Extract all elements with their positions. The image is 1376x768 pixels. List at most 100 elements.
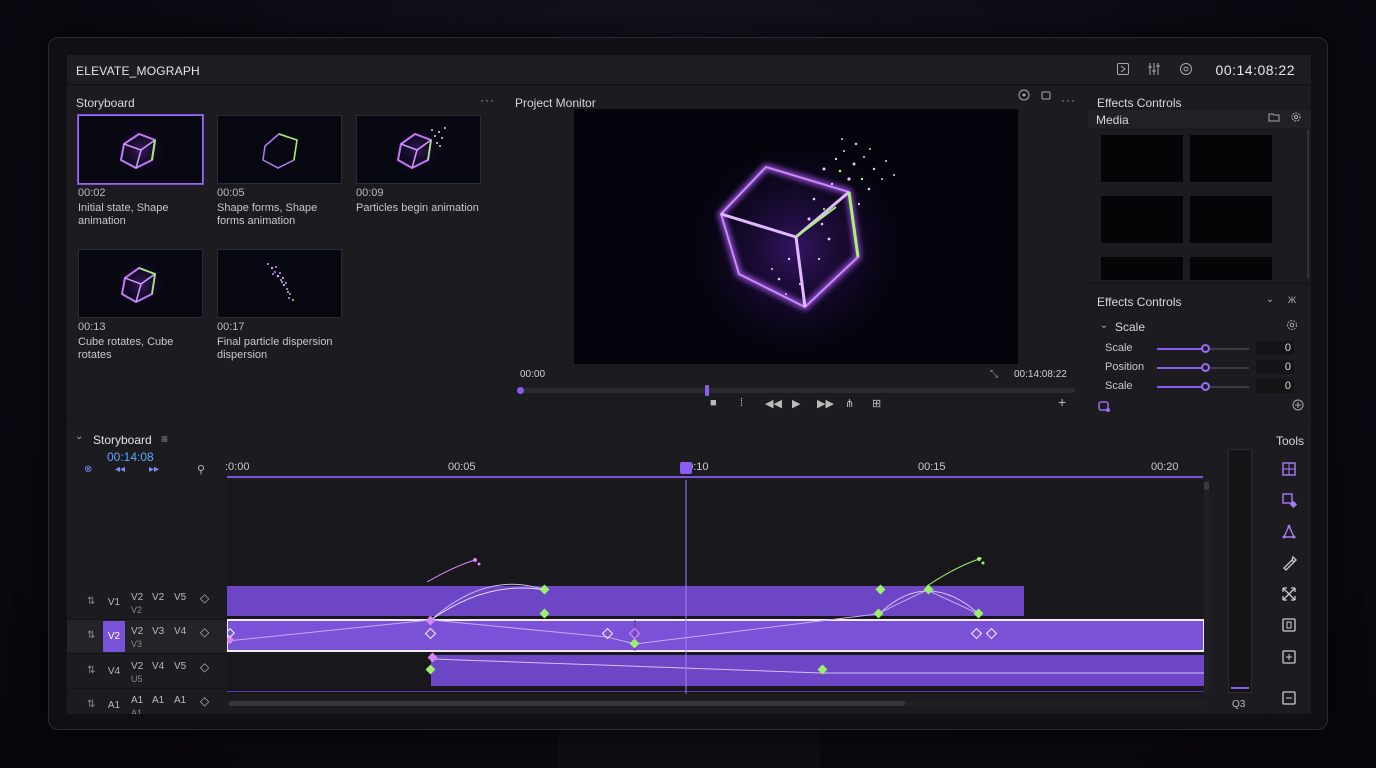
track-sub-label: U5 xyxy=(131,674,143,684)
playhead-marker[interactable] xyxy=(705,385,709,396)
effect-param-slider[interactable] xyxy=(1157,363,1249,372)
keyframe-toggle-icon[interactable]: ◇ xyxy=(200,660,209,674)
storyboard-card[interactable]: 00:05 Shape forms, Shape forms animation xyxy=(217,115,342,228)
media-item[interactable] xyxy=(1101,196,1183,243)
storyboard-card-desc: Final particle dispersion dispersion xyxy=(217,336,333,361)
track-id[interactable]: V2 xyxy=(103,621,125,652)
audio-meter-panel: Q3 xyxy=(1218,424,1264,714)
snap-icon[interactable]: ⊗ xyxy=(84,464,92,475)
media-scrollbar[interactable] xyxy=(1307,129,1309,279)
step-forward-button[interactable]: ▶▶ xyxy=(817,397,834,410)
keyframe-toggle-icon[interactable] xyxy=(1096,399,1112,415)
effects-title: Effects Controls xyxy=(1097,96,1182,110)
media-item[interactable] xyxy=(1101,257,1183,280)
slider-knob[interactable] xyxy=(1200,382,1210,391)
media-item[interactable] xyxy=(1190,135,1272,182)
project-monitor-panel: Project Monitor ··· 00:00 ⤡ 00:14:08:22 … xyxy=(506,86,1085,421)
media-item[interactable] xyxy=(1190,196,1272,243)
next-edit-icon[interactable]: ▸▸ xyxy=(149,464,159,475)
monitor-scrubber[interactable] xyxy=(517,385,1075,396)
storyboard-card[interactable]: 00:13 Cube rotates, Cube rotates xyxy=(78,249,203,362)
track-sub-label: A1 xyxy=(174,695,187,706)
monitor-tc-end: 00:14:08:22 xyxy=(1014,369,1067,380)
slider-knob[interactable] xyxy=(1200,363,1210,372)
extract-icon[interactable]: ⊞ xyxy=(872,397,881,410)
storyboard-card[interactable]: 00:02 Initial state, Shape animation xyxy=(78,115,203,228)
monitor-menu-icon[interactable]: ··· xyxy=(1061,93,1076,107)
mark-out-icon[interactable]: ⤡ xyxy=(990,369,998,380)
camera-icon[interactable] xyxy=(1038,89,1054,105)
media-header: Media xyxy=(1088,110,1311,128)
node-tool-icon[interactable] xyxy=(1279,524,1299,544)
effect-settings-icon[interactable] xyxy=(1284,318,1300,334)
keyframe-toggle-icon[interactable]: ◇ xyxy=(200,591,209,605)
track-header[interactable]: ⇅ V2 V2 V3 V4 V3 ◇ xyxy=(67,620,227,654)
global-timecode: 00:14:08:22 xyxy=(1215,62,1295,78)
mark-in-button[interactable]: ⁞ xyxy=(740,397,743,409)
scale-tool-icon[interactable] xyxy=(1279,586,1299,606)
keyframe-toggle-icon[interactable]: ◇ xyxy=(200,694,209,708)
effects-controls-title: Effects Controls xyxy=(1097,295,1182,309)
folder-icon[interactable] xyxy=(1266,111,1282,127)
storyboard-thumbnail[interactable] xyxy=(217,249,342,318)
prev-edit-icon[interactable]: ◂◂ xyxy=(115,464,125,475)
play-button[interactable]: ▶ xyxy=(792,397,800,410)
timeline-menu-icon[interactable]: ≡ xyxy=(161,432,168,446)
timeline-panel: ⌄ Storyboard ≡ 00:14:08 ⊗ ◂◂ ▸▸ ⚲ :0:00 0… xyxy=(67,424,1215,714)
add-layer-tool-icon[interactable] xyxy=(1279,649,1299,669)
export-icon[interactable] xyxy=(1115,62,1131,78)
effect-param-slider[interactable] xyxy=(1157,344,1249,353)
timeline-canvas[interactable] xyxy=(227,480,1207,694)
stop-button[interactable]: ■ xyxy=(710,397,717,409)
slider-knob[interactable] xyxy=(1200,344,1210,353)
lift-icon[interactable]: ⋔ xyxy=(845,397,854,410)
storyboard-thumbnail[interactable] xyxy=(78,249,203,318)
keyframe-toggle-icon[interactable]: ◇ xyxy=(200,625,209,639)
effect-param-slider[interactable] xyxy=(1157,382,1249,391)
transform-tool-icon[interactable] xyxy=(1279,461,1299,481)
wrench-icon[interactable]: ⚲ xyxy=(197,463,205,476)
track-id[interactable]: V1 xyxy=(103,587,125,618)
chevron-icon[interactable]: ⌄ xyxy=(1096,318,1112,334)
collapse-icon[interactable]: Ж xyxy=(1284,292,1300,308)
track-sub-label: V5 xyxy=(174,592,187,603)
add-effect-icon[interactable] xyxy=(1290,399,1306,415)
storyboard-card[interactable]: 00:09 Particles begin animation xyxy=(356,115,481,215)
track-sub-label: V2 xyxy=(131,605,143,615)
storyboard-card-time: 00:17 xyxy=(217,321,245,333)
settings-icon[interactable] xyxy=(1178,62,1194,78)
mask-tool-icon[interactable] xyxy=(1279,617,1299,637)
audio-mixer-icon[interactable] xyxy=(1146,62,1162,78)
effect-param-value[interactable]: 0 xyxy=(1256,360,1294,374)
export-frame-icon[interactable] xyxy=(1279,690,1299,710)
work-area-bar[interactable] xyxy=(227,476,1203,478)
storyboard-thumbnail[interactable] xyxy=(356,115,481,184)
effect-param-value[interactable]: 0 xyxy=(1256,341,1294,355)
track-header[interactable]: ⇅ V4 V2 V4 V5 U5 ◇ xyxy=(67,655,227,689)
scrubber-in-point[interactable] xyxy=(517,387,524,394)
media-item[interactable] xyxy=(1101,135,1183,182)
track-id[interactable]: V4 xyxy=(103,656,125,687)
collapse-chevron-icon[interactable]: ⌄ xyxy=(75,431,83,442)
gear-icon[interactable] xyxy=(1288,111,1304,127)
timeline-playhead-handle[interactable] xyxy=(680,462,692,474)
safe-margins-icon[interactable] xyxy=(1016,89,1032,105)
chevron-down-icon[interactable]: ⌄ xyxy=(1262,292,1278,308)
effect-param-value[interactable]: 0 xyxy=(1256,379,1294,393)
storyboard-card[interactable]: 00:17 Final particle dispersion dispersi… xyxy=(217,249,342,362)
storyboard-thumbnail[interactable] xyxy=(78,115,203,184)
horizontal-scrollbar[interactable] xyxy=(227,701,1205,706)
track-header[interactable]: ⇅ A1 A1 A1 A1 A1 ◇ xyxy=(67,689,227,714)
vertical-scrollbar[interactable] xyxy=(1204,480,1209,694)
storyboard-title: Storyboard xyxy=(76,96,135,110)
storyboard-thumbnail[interactable] xyxy=(217,115,342,184)
track-header[interactable]: ⇅ V1 V2 V2 V5 V2 ◇ xyxy=(67,586,227,620)
track-id[interactable]: A1 xyxy=(103,690,125,714)
pen-tool-icon[interactable] xyxy=(1279,555,1299,575)
step-back-button[interactable]: ◀◀ xyxy=(765,397,782,410)
shape-tool-icon[interactable] xyxy=(1279,492,1299,512)
storyboard-menu-icon[interactable]: ··· xyxy=(480,93,495,107)
media-item[interactable] xyxy=(1190,257,1272,280)
add-button-icon[interactable]: + xyxy=(1058,394,1066,410)
program-viewer[interactable] xyxy=(574,109,1018,364)
